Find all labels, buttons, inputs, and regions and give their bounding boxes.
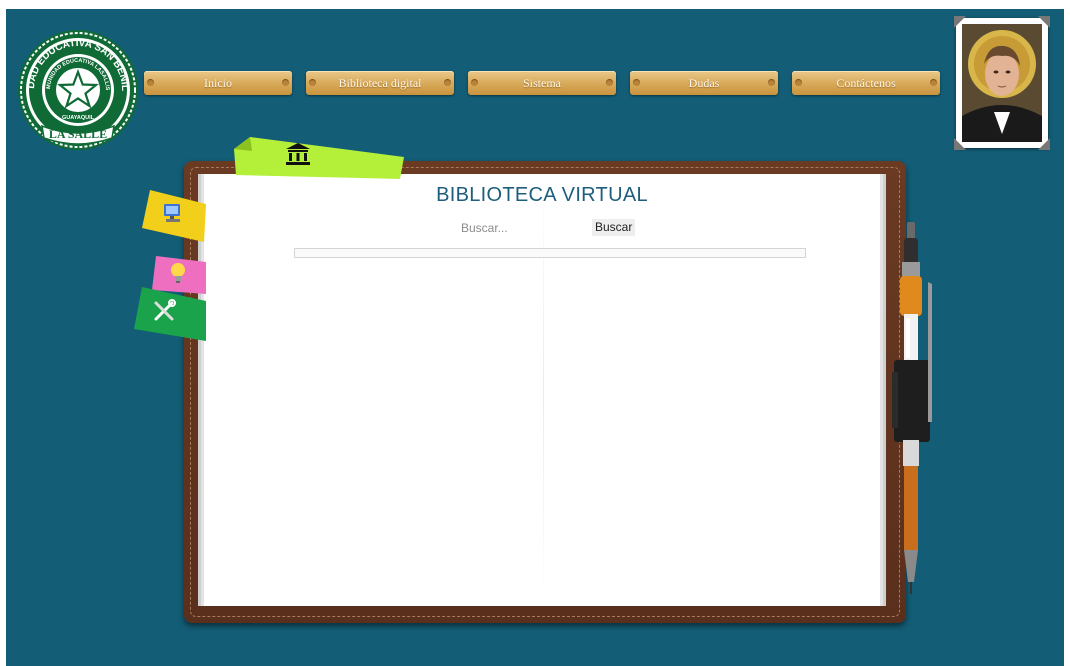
search-input[interactable] (461, 220, 571, 236)
saint-portrait-image (962, 24, 1042, 142)
computer-icon (164, 204, 180, 222)
search-button[interactable]: Buscar (592, 219, 636, 236)
nav-biblioteca-digital[interactable]: Biblioteca digital (306, 71, 454, 95)
patron-portrait (954, 16, 1050, 150)
tab-computer[interactable] (142, 190, 206, 242)
logo-ribbon-text: LA SALLE (49, 127, 107, 141)
book-spine (543, 182, 544, 602)
tab-library[interactable] (228, 133, 404, 179)
school-logo[interactable]: UNIDAD EDUCATIVA SAN BENILDO COMUNIDAD E… (16, 28, 140, 152)
pen-decoration (892, 222, 932, 594)
nav-dudas[interactable]: Dudas (630, 71, 778, 95)
results-container (294, 248, 806, 258)
nav-sistema[interactable]: Sistema (468, 71, 616, 95)
nav-contactenos[interactable]: Contáctenos (792, 71, 940, 95)
page-title: BIBLIOTECA VIRTUAL (436, 184, 648, 206)
logo-city-text: GUAYAQUIL (62, 115, 95, 121)
book-page: BIBLIOTECA VIRTUAL Buscar (204, 174, 880, 606)
nav-inicio[interactable]: Inicio (144, 71, 292, 95)
tab-tools[interactable] (134, 287, 206, 341)
